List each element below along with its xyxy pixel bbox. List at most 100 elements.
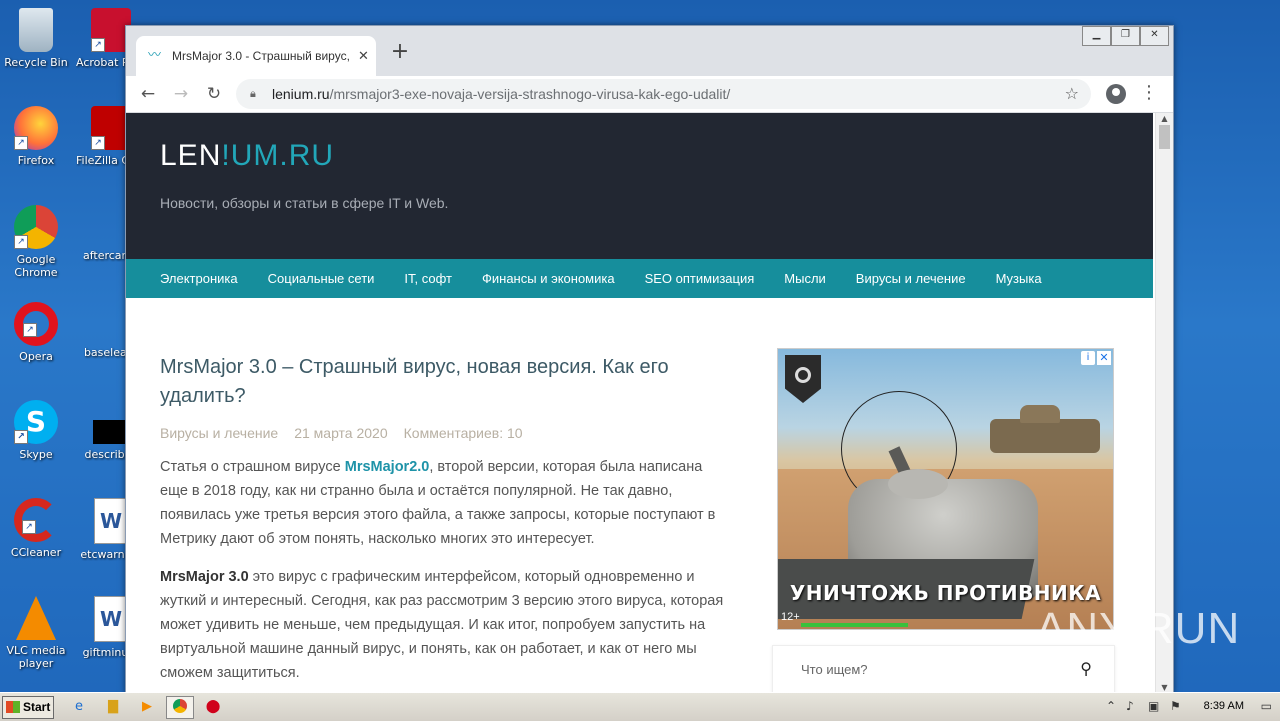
nav-item-viruses[interactable]: Вирусы и лечение <box>856 271 966 286</box>
search-icon[interactable]: ⚲ <box>1080 659 1092 678</box>
explorer-taskbar-icon[interactable]: ▇ <box>100 696 126 717</box>
article-comments[interactable]: Комментариев: 10 <box>404 425 523 441</box>
url-path: /mrsmajor3-exe-novaja-versija-strashnogo… <box>329 86 731 102</box>
flag-icon[interactable]: ⚑ <box>1170 699 1181 713</box>
mrsmajor2-link[interactable]: MrsMajor2.0 <box>345 459 430 475</box>
article-paragraph-2: MrsMajor 3.0 это вирус с графическим инт… <box>160 565 730 685</box>
desktop-icon-recycle-bin[interactable]: Recycle Bin <box>1 8 71 69</box>
forward-button[interactable]: → <box>169 82 193 106</box>
network-icon[interactable]: ▣ <box>1148 699 1159 713</box>
back-button[interactable]: ← <box>136 82 160 106</box>
chrome-icon: ↗ <box>14 205 58 249</box>
ad-info-icon[interactable]: i <box>1081 351 1095 365</box>
menu-kebab-icon[interactable]: ⋮ <box>1140 82 1158 103</box>
paragraph-text: это вирус с графическим интерфейсом, кот… <box>160 569 724 681</box>
url-text: lenium.ru/mrsmajor3-exe-novaja-versija-s… <box>272 86 730 102</box>
desktop-icon-label: CCleaner <box>10 546 62 559</box>
windows-logo-icon <box>6 701 20 713</box>
ad-progress-bar <box>801 623 908 627</box>
firefox-icon: ↗ <box>14 106 58 150</box>
article-title[interactable]: MrsMajor 3.0 – Страшный вирус, новая вер… <box>160 353 730 411</box>
start-button[interactable]: Start <box>2 696 54 719</box>
ad-banner[interactable]: i ✕ УНИЧТОЖЬ ПРОТИВНИКА 12+ <box>777 348 1114 630</box>
nav-item-music[interactable]: Музыка <box>996 271 1042 286</box>
maximize-button[interactable]: ❐ <box>1111 26 1140 46</box>
browser-window: 〰 MrsMajor 3.0 - Страшный вирус, но ✕ + … <box>125 25 1174 694</box>
ad-tank-cupola <box>888 469 948 499</box>
nav-item-social[interactable]: Социальные сети <box>268 271 375 286</box>
nav-item-electronics[interactable]: Электроника <box>160 271 238 286</box>
taskbar: Start e ▇ ▶ ⬤ ⌃ ♪ ▣ ⚑ 8:39 AM ▭ <box>0 692 1280 721</box>
article-meta: Вирусы и лечение 21 марта 2020 Комментар… <box>160 425 730 441</box>
browser-toolbar: ← → ↻ 🔒︎ lenium.ru/mrsmajor3-exe-novaja-… <box>126 76 1173 113</box>
nav-item-it-software[interactable]: IT, софт <box>404 271 452 286</box>
site-logo[interactable]: LEN!UM.RU <box>160 139 334 173</box>
new-tab-button[interactable]: + <box>388 40 412 64</box>
tab-title: MrsMajor 3.0 - Страшный вирус, но <box>172 49 352 63</box>
paragraph-bold: MrsMajor 3.0 <box>160 569 249 585</box>
media-player-taskbar-icon[interactable]: ▶ <box>134 696 160 717</box>
file-icon <box>93 420 129 444</box>
desktop-icon-vlc[interactable]: VLC media player <box>1 596 71 670</box>
address-bar[interactable]: 🔒︎ lenium.ru/mrsmajor3-exe-novaja-versij… <box>236 79 1091 109</box>
chrome-icon <box>173 699 187 713</box>
start-label: Start <box>23 700 51 714</box>
system-tray: ⌃ ♪ ▣ ⚑ 8:39 AM ▭ <box>1100 693 1280 721</box>
tray-expand-icon[interactable]: ⌃ <box>1106 699 1116 713</box>
volume-icon[interactable]: ♪ <box>1126 699 1134 713</box>
tab-strip: 〰 MrsMajor 3.0 - Страшный вирус, но ✕ + … <box>126 26 1173 76</box>
logo-mark: ! <box>221 139 231 172</box>
desktop-icon-label: Opera <box>19 350 53 363</box>
bookmark-star-icon[interactable]: ☆ <box>1065 84 1079 103</box>
ccleaner-icon: ↗ <box>14 498 58 542</box>
desktop-icon-firefox[interactable]: ↗ Firefox <box>1 106 71 167</box>
nav-item-finance[interactable]: Финансы и экономика <box>482 271 615 286</box>
lock-icon: 🔒︎ <box>250 87 256 100</box>
browser-tab[interactable]: 〰 MrsMajor 3.0 - Страшный вирус, но ✕ <box>136 36 376 76</box>
clock[interactable]: 8:39 AM <box>1204 700 1244 712</box>
ie-taskbar-icon[interactable]: e <box>66 696 92 717</box>
desktop-icon-label: Firefox <box>17 154 55 167</box>
scroll-down-arrow-icon[interactable]: ▼ <box>1156 683 1173 692</box>
recycle-bin-icon <box>19 8 53 52</box>
desktop-icon-chrome[interactable]: ↗ Google Chrome <box>1 205 71 279</box>
desktop-icon-label: Google Chrome <box>14 253 58 279</box>
page-content: LEN!UM.RU Новости, обзоры и статьи в сфе… <box>126 113 1173 693</box>
anyrun-watermark: ANY RUN <box>1036 604 1241 653</box>
article-date: 21 марта 2020 <box>294 425 388 441</box>
site-tagline: Новости, обзоры и статьи в сфере IT и We… <box>160 195 449 211</box>
close-tab-icon[interactable]: ✕ <box>358 49 369 64</box>
article-category[interactable]: Вирусы и лечение <box>160 425 278 441</box>
site-header: LEN!UM.RU Новости, обзоры и статьи в сфе… <box>126 113 1153 259</box>
word-icon: W <box>94 498 128 544</box>
scroll-up-arrow-icon[interactable]: ▲ <box>1156 114 1173 123</box>
show-desktop-icon[interactable]: ▭ <box>1261 699 1272 713</box>
url-host: lenium.ru <box>272 86 330 102</box>
ad-tank-background <box>990 405 1100 453</box>
desktop-icon-label: Skype <box>19 448 53 461</box>
site-favicon-icon: 〰 <box>148 48 162 63</box>
opera-icon: ↗ <box>14 302 58 346</box>
skype-icon: S ↗ <box>14 400 58 444</box>
desktop-icon-label: VLC media player <box>6 644 66 670</box>
logo-text-right: UM.RU <box>230 139 335 172</box>
article-paragraph-1: Статья о страшном вирусе MrsMajor2.0, вт… <box>160 455 730 551</box>
wot-logo-icon <box>785 355 821 403</box>
nav-item-thoughts[interactable]: Мысли <box>784 271 826 286</box>
desktop-icon-skype[interactable]: S ↗ Skype <box>1 400 71 461</box>
minimize-button[interactable]: ▁ <box>1082 26 1111 46</box>
close-window-button[interactable]: ✕ <box>1140 26 1169 46</box>
desktop-icon-opera[interactable]: ↗ Opera <box>1 302 71 363</box>
ad-slogan: УНИЧТОЖЬ ПРОТИВНИКА <box>789 581 1102 605</box>
ad-age-rating: 12+ <box>781 611 800 623</box>
desktop-icon-ccleaner[interactable]: ↗ CCleaner <box>1 498 71 559</box>
desktop-icon-label: Recycle Bin <box>4 56 68 69</box>
ad-close-icon[interactable]: ✕ <box>1097 351 1111 365</box>
search-input[interactable]: Что ищем? <box>801 662 868 677</box>
alert-taskbar-icon[interactable]: ⬤ <box>200 696 226 717</box>
reload-button[interactable]: ↻ <box>202 82 226 106</box>
account-icon[interactable] <box>1106 84 1126 104</box>
nav-item-seo[interactable]: SEO оптимизация <box>645 271 755 286</box>
scrollbar-thumb[interactable] <box>1159 125 1170 149</box>
chrome-taskbar-button[interactable] <box>166 696 194 719</box>
